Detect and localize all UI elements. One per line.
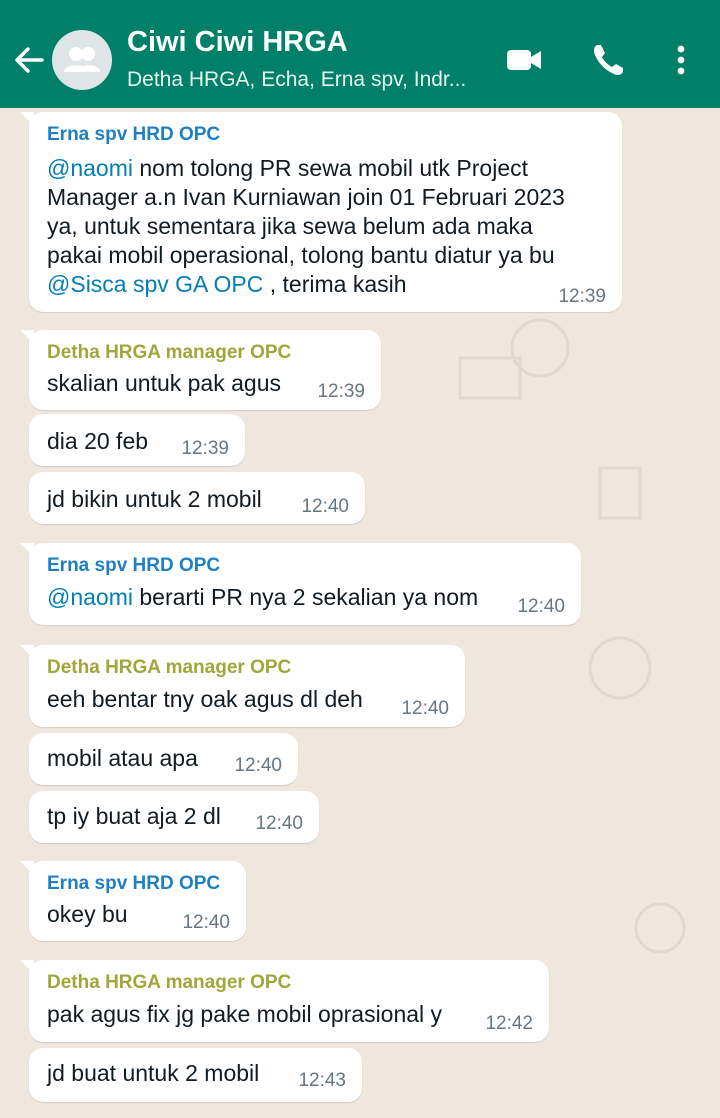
- message-text: okey bu: [47, 901, 128, 927]
- message-bubble[interactable]: Detha HRGA manager OPC eeh bentar tny oa…: [20, 645, 465, 727]
- bubble-tail: [20, 960, 34, 974]
- chat-participants[interactable]: Detha HRGA, Echa, Erna spv, Indr...: [127, 68, 466, 92]
- message-bubble[interactable]: Erna spv HRD OPC @naomi nom tolong PR se…: [20, 112, 622, 312]
- back-arrow-icon[interactable]: [12, 40, 46, 80]
- message-text: jd buat untuk 2 mobil: [47, 1060, 260, 1086]
- message-time: 12:43: [298, 1070, 346, 1091]
- message-time: 12:39: [317, 381, 365, 402]
- message-time: 12:40: [255, 813, 303, 834]
- bubble-tail: [20, 543, 34, 557]
- message-text-line: @Sisca spv GA OPC , terima kasih: [47, 270, 407, 299]
- message-text-line: pakai mobil operasional, tolong bantu di…: [47, 242, 555, 268]
- message-time: 12:40: [234, 755, 282, 776]
- message-sender[interactable]: Erna spv HRD OPC: [47, 555, 220, 577]
- message-text: jd bikin untuk 2 mobil: [47, 486, 262, 512]
- message-bubble[interactable]: Detha HRGA manager OPC pak agus fix jg p…: [20, 960, 549, 1042]
- message-text: mobil atau apa: [47, 745, 198, 771]
- message-time: 12:40: [301, 496, 349, 517]
- bubble-tail: [20, 330, 34, 344]
- message-text-line: ya, untuk sementara jika sewa belum ada …: [47, 213, 533, 239]
- message-bubble[interactable]: jd buat untuk 2 mobil 12:43: [29, 1048, 362, 1102]
- message-list[interactable]: Erna spv HRD OPC @naomi nom tolong PR se…: [0, 108, 720, 1118]
- message-text: pak agus fix jg pake mobil oprasional y: [47, 1001, 443, 1027]
- mention-link[interactable]: @naomi: [47, 584, 133, 610]
- message-text: @naomi nom tolong PR sewa mobil utk Proj…: [47, 154, 528, 183]
- message-text-part: , terima kasih: [263, 271, 407, 297]
- message-bubble[interactable]: Erna spv HRD OPC @naomi berarti PR nya 2…: [20, 543, 581, 625]
- bubble-tail: [20, 861, 34, 875]
- message-text-part: nom tolong PR sewa mobil utk Project: [133, 155, 529, 181]
- message-sender[interactable]: Detha HRGA manager OPC: [47, 657, 291, 679]
- message-time: 12:42: [485, 1013, 533, 1034]
- message-time: 12:39: [181, 438, 229, 459]
- message-bubble[interactable]: jd bikin untuk 2 mobil 12:40: [29, 472, 365, 524]
- message-sender[interactable]: Erna spv HRD OPC: [47, 873, 220, 895]
- message-time: 12:39: [558, 286, 606, 307]
- mention-link[interactable]: @Sisca spv GA OPC: [47, 271, 263, 297]
- message-text: dia 20 feb: [47, 428, 149, 454]
- phone-icon[interactable]: [588, 40, 628, 80]
- chat-title[interactable]: Ciwi Ciwi HRGA: [127, 26, 348, 59]
- message-text: @naomi berarti PR nya 2 sekalian ya nom: [47, 583, 478, 612]
- message-text: tp iy buat aja 2 dl: [47, 803, 221, 829]
- message-sender[interactable]: Detha HRGA manager OPC: [47, 342, 291, 364]
- message-time: 12:40: [517, 596, 565, 617]
- message-bubble[interactable]: tp iy buat aja 2 dl 12:40: [29, 791, 319, 843]
- message-sender[interactable]: Erna spv HRD OPC: [47, 124, 220, 146]
- video-call-icon[interactable]: [504, 40, 544, 80]
- message-bubble[interactable]: Erna spv HRD OPC okey bu 12:40: [20, 861, 246, 941]
- mention-link[interactable]: @naomi: [47, 155, 133, 181]
- group-avatar-icon: [64, 47, 100, 72]
- bubble-tail: [20, 112, 34, 126]
- message-time: 12:40: [401, 698, 449, 719]
- message-bubble[interactable]: Detha HRGA manager OPC skalian untuk pak…: [20, 330, 381, 410]
- group-avatar[interactable]: [52, 30, 112, 90]
- message-text: skalian untuk pak agus: [47, 370, 281, 396]
- more-vert-icon[interactable]: [666, 40, 696, 80]
- message-text: eeh bentar tny oak agus dl deh: [47, 686, 363, 712]
- bubble-tail: [20, 645, 34, 659]
- chat-header: Ciwi Ciwi HRGA Detha HRGA, Echa, Erna sp…: [0, 0, 720, 108]
- message-bubble[interactable]: dia 20 feb 12:39: [29, 414, 245, 466]
- message-time: 12:40: [182, 912, 230, 933]
- message-sender[interactable]: Detha HRGA manager OPC: [47, 972, 291, 994]
- message-bubble[interactable]: mobil atau apa 12:40: [29, 733, 298, 785]
- message-text-line: Manager a.n Ivan Kurniawan join 01 Febru…: [47, 184, 565, 210]
- message-text-part: berarti PR nya 2 sekalian ya nom: [133, 584, 479, 610]
